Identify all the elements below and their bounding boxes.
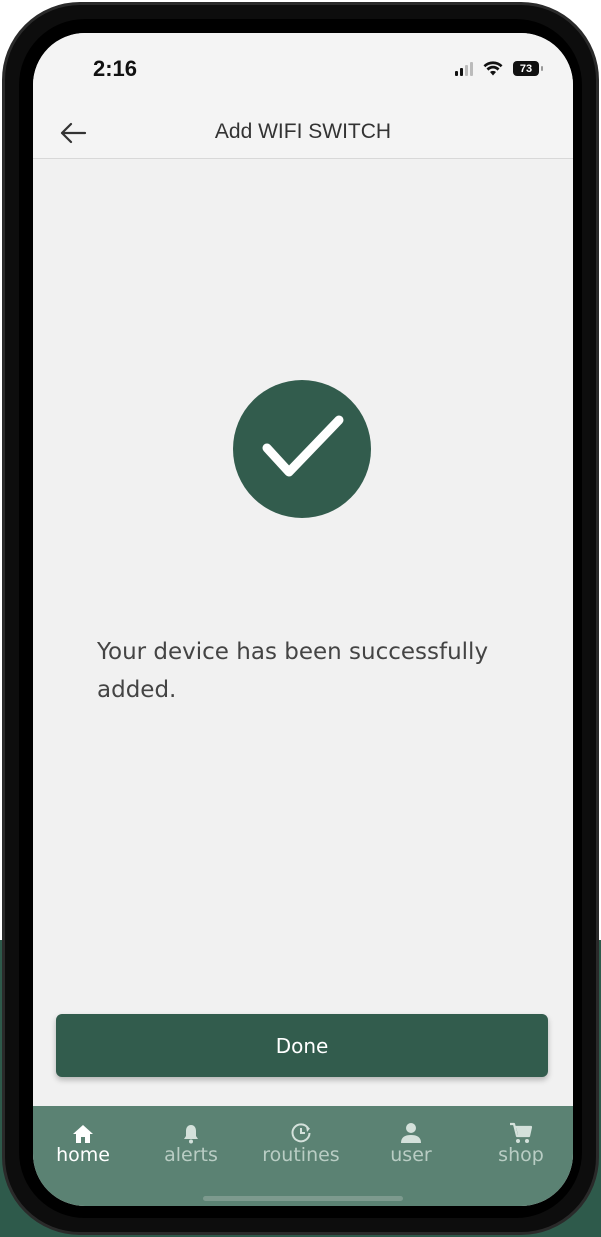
tab-shop-label: shop [498,1144,544,1166]
navigation-bar: Add WIFI SWITCH [33,109,573,159]
cart-icon [510,1122,533,1143]
clock-icon [291,1123,311,1143]
tab-shop[interactable]: shop [471,1114,571,1166]
bottom-tab-bar: home alerts routines user shop [33,1106,573,1206]
tab-user[interactable]: user [361,1114,461,1166]
page-title: Add WIFI SWITCH [214,120,392,143]
status-time: 2:16 [93,56,138,81]
status-icons: 73 [455,58,543,76]
user-icon [401,1123,421,1143]
tab-alerts[interactable]: alerts [141,1114,241,1166]
bell-icon [184,1125,198,1144]
done-button[interactable]: Done [56,1014,548,1077]
tab-home[interactable]: home [33,1114,133,1166]
home-icon [73,1125,93,1143]
battery-icon: 73 [513,61,543,76]
status-bar: 2:16 73 [33,33,573,109]
tab-user-label: user [390,1144,432,1166]
wifi-icon [483,61,503,76]
success-check-icon [233,380,371,518]
success-message: Your device has been successfully added. [97,639,489,703]
tab-routines-label: routines [262,1144,340,1166]
tab-home-label: home [56,1144,110,1166]
tab-alerts-label: alerts [164,1144,218,1166]
tab-routines[interactable]: routines [251,1114,351,1166]
phone-screen: 2:16 73 Add WIFI SWITCH Your device has … [33,33,573,1206]
cellular-signal-icon [455,62,473,76]
home-indicator [203,1196,403,1201]
